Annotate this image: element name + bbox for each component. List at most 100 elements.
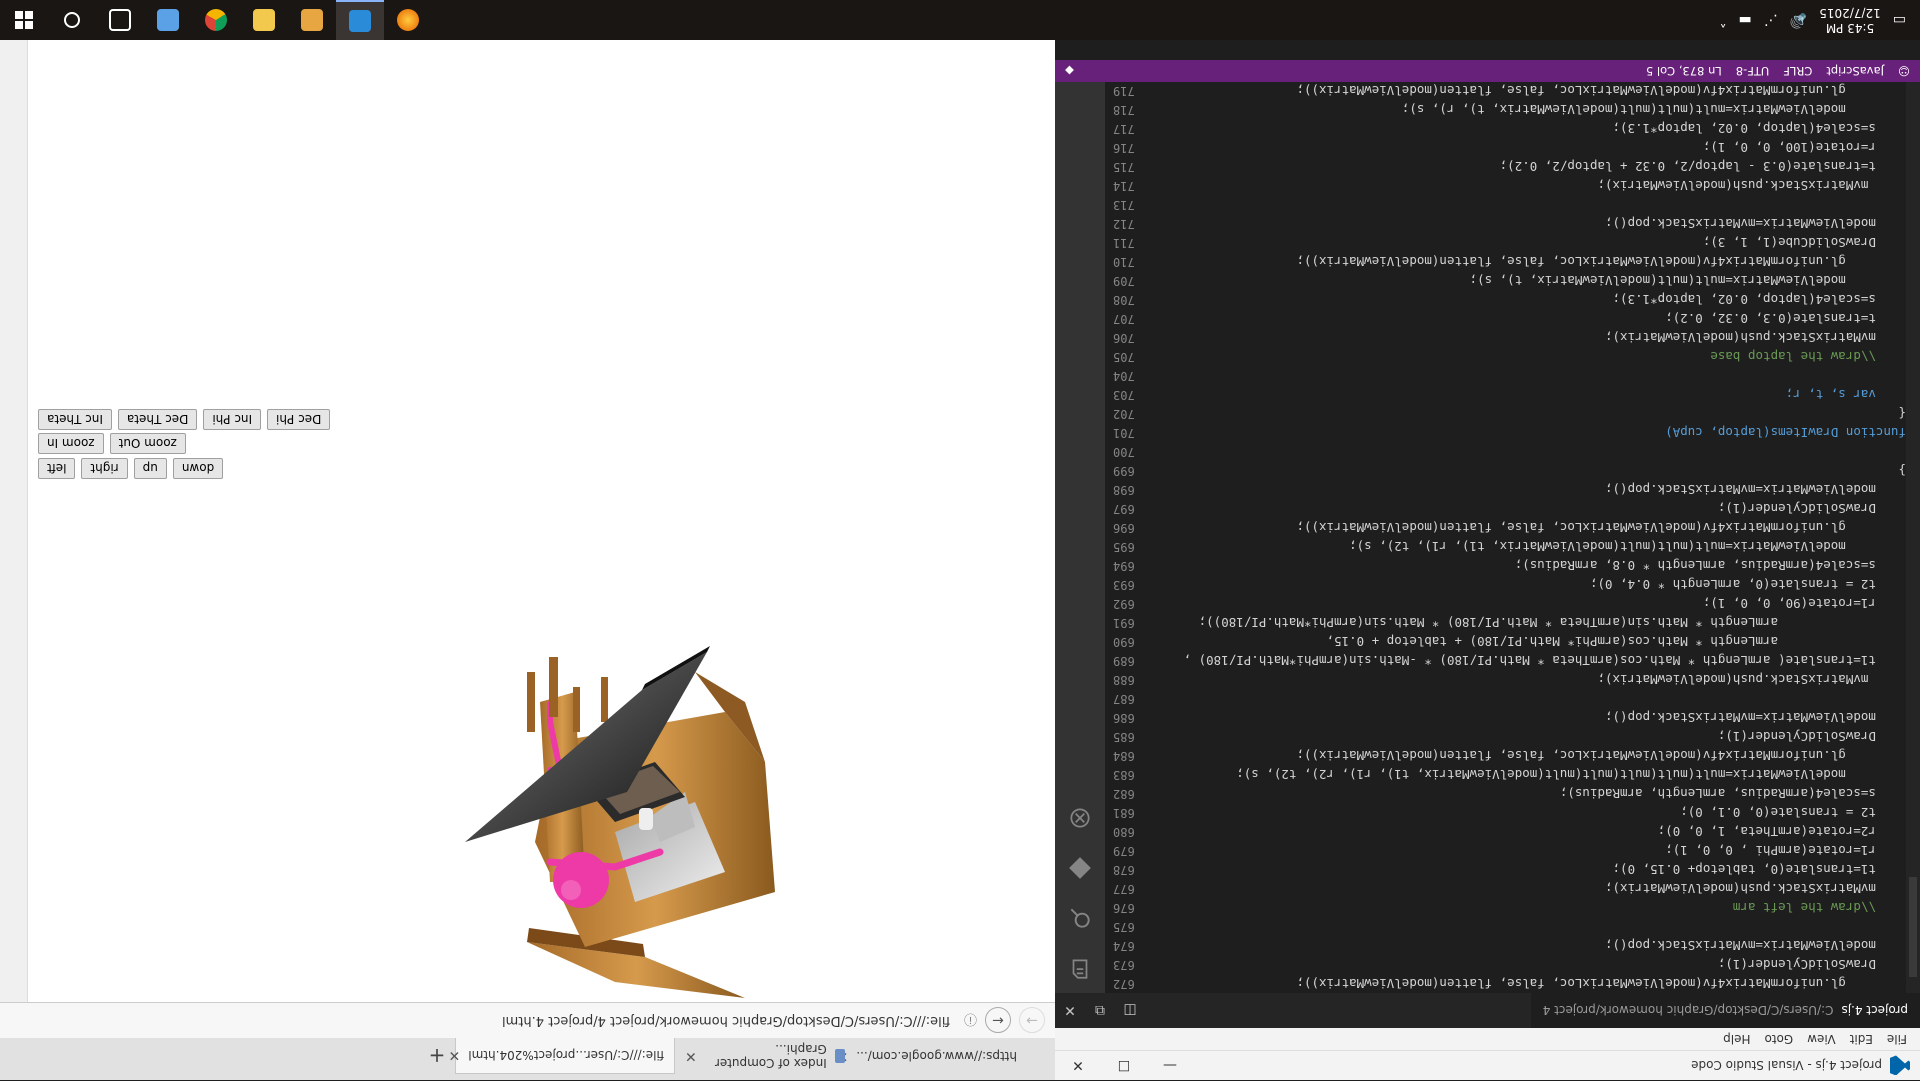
taskbar-firefox-icon[interactable] [384, 0, 432, 40]
code-line[interactable]: t1=translate(0, tabletop+ 0.15, 0); [1160, 860, 1906, 879]
left-button[interactable]: left [38, 458, 76, 479]
url-field[interactable]: file:///C:/Users/C/Desktop/Graphic homew… [0, 1008, 956, 1034]
code-line[interactable]: gl.uniformMatrix4fv(modelViewMatrixLoc, … [1160, 974, 1906, 993]
code-line[interactable]: mvMatrixStack.push(modelViewMatrix); [1160, 670, 1906, 689]
maximize-button[interactable]: ☐ [1101, 1051, 1147, 1081]
browser-tab[interactable]: Index of Computer Graphi... ✕ [675, 1038, 855, 1074]
git-icon[interactable] [1055, 843, 1105, 893]
browser-tab[interactable]: https://www.google.com/... ✕ [837, 1038, 1035, 1074]
code-line[interactable]: mvMatrixStack.push(modelViewMatrix); [1160, 176, 1906, 195]
status-encoding[interactable]: UTF-8 [1736, 64, 1770, 78]
menu-view[interactable]: View [1800, 1032, 1842, 1046]
volume-icon[interactable]: 🔊 [1790, 12, 1807, 28]
inc-phi-button[interactable]: Inc Phi [203, 409, 262, 430]
code-line[interactable] [1160, 442, 1906, 461]
task-view-icon[interactable] [96, 0, 144, 40]
code-line[interactable]: \\draw the laptop base [1160, 347, 1906, 366]
code-line[interactable]: { [1160, 404, 1906, 423]
feedback-icon[interactable]: ☺ [1898, 64, 1910, 78]
code-line[interactable]: r2=rotate(armTheta, 1, 0, 0); [1160, 822, 1906, 841]
code-line[interactable]: gl.uniformMatrix4fv(modelViewMatrixLoc, … [1160, 252, 1906, 271]
zoom-out-button[interactable]: zoom Out [109, 433, 186, 454]
git-branch-icon[interactable]: ◆ [1065, 64, 1074, 78]
code-line[interactable]: } [1160, 461, 1906, 480]
code-line[interactable]: modelViewMatrix=mvMatrixStack.pop(); [1160, 936, 1906, 955]
menu-help[interactable]: Help [1716, 1032, 1757, 1046]
status-language[interactable]: JavaScript [1826, 64, 1884, 78]
code-line[interactable]: DrawSolidCube(1, 1, 3); [1160, 233, 1906, 252]
code-line[interactable]: DrawSolidCylender(1); [1160, 727, 1906, 746]
network-icon[interactable]: ⋰ [1764, 12, 1778, 28]
search-icon[interactable] [48, 0, 96, 40]
code-lines[interactable]: gl.uniformMatrix4fv(modelViewMatrixLoc, … [1160, 82, 1906, 993]
dec-theta-button[interactable]: Dec Theta [117, 409, 198, 430]
open-changes-icon[interactable]: ⧉ [1085, 993, 1115, 1028]
code-line[interactable]: gl.uniformMatrix4fv(modelViewMatrixLoc, … [1160, 82, 1906, 100]
code-line[interactable]: t=translate(0.3, 0.32, 0.2); [1160, 309, 1906, 328]
split-editor-icon[interactable]: ◫ [1115, 993, 1145, 1028]
code-line[interactable]: r1=rotate(90, 0, 0, 1); [1160, 594, 1906, 613]
new-tab-button[interactable]: + [419, 1038, 455, 1074]
code-line[interactable]: armLength * Math.cos(armPhi* Math.PI/180… [1160, 632, 1906, 651]
close-editor-icon[interactable]: ✕ [1055, 993, 1085, 1028]
code-line[interactable]: var s, t, r; [1160, 385, 1906, 404]
code-line[interactable]: s=scale4(armRadius, armLength * 0.8, arm… [1160, 556, 1906, 575]
show-hidden-icons-icon[interactable]: ˄ [1720, 12, 1727, 28]
code-line[interactable]: s=scale4(laptop, 0.02, laptop*1.3); [1160, 290, 1906, 309]
code-line[interactable]: modelViewMatrix=mult(mult(modelViewMatri… [1160, 271, 1906, 290]
editor-scrollbar[interactable] [1906, 82, 1920, 993]
browser-tab-active[interactable]: file:///C:/User...project%204.html ✕ [449, 1038, 675, 1074]
code-line[interactable]: function DrawItems(laptop, cupA) [1160, 423, 1906, 442]
menu-edit[interactable]: Edit [1843, 1032, 1880, 1046]
taskbar-vscode-icon[interactable] [336, 0, 384, 40]
code-line[interactable]: modelViewMatrix=mult(mult(mult(modelView… [1160, 537, 1906, 556]
webgl-canvas[interactable] [455, 502, 1055, 1002]
debug-icon[interactable] [1055, 793, 1105, 843]
action-center-icon[interactable]: ▭ [1893, 12, 1906, 28]
page-scrollbar[interactable] [0, 40, 28, 1002]
code-line[interactable]: armLength * Math.sin(armTheta * Math.PI/… [1160, 613, 1906, 632]
code-line[interactable]: r1=rotate(armPhi , 0, 0, 1); [1160, 841, 1906, 860]
close-window-button[interactable]: ✕ [1055, 1051, 1101, 1081]
code-line[interactable]: t1=translate( armLength * Math.cos(armTh… [1160, 651, 1906, 670]
tab-project4-js[interactable]: project 4.js C:/Users/C/Desktop/Graphic … [1530, 993, 1920, 1028]
code-line[interactable]: modelViewMatrix=mvMatrixStack.pop(); [1160, 214, 1906, 233]
code-line[interactable]: modelViewMatrix=mvMatrixStack.pop(); [1160, 708, 1906, 727]
search-icon[interactable] [1055, 893, 1105, 943]
minimize-button[interactable]: — [1147, 1051, 1193, 1081]
dec-phi-button[interactable]: Dec Phi [267, 409, 331, 430]
code-line[interactable]: gl.uniformMatrix4fv(modelViewMatrixLoc, … [1160, 518, 1906, 537]
code-line[interactable]: s=scale4(armRadius, armLength, armRadius… [1160, 784, 1906, 803]
forward-button[interactable]: → [1019, 1007, 1045, 1034]
code-editor[interactable]: gl.uniformMatrix4fv(modelViewMatrixLoc, … [1105, 82, 1920, 993]
zoom-in-button[interactable]: zoom In [38, 433, 104, 454]
status-eol[interactable]: CRLF [1783, 64, 1812, 78]
taskbar-file-explorer-icon[interactable] [240, 0, 288, 40]
page-info-icon[interactable]: ⓘ [964, 1011, 977, 1030]
code-line[interactable]: modelViewMatrix=mvMatrixStack.pop(); [1160, 480, 1906, 499]
code-line[interactable] [1160, 195, 1906, 214]
status-cursor-position[interactable]: Ln 873, Col 5 [1646, 64, 1722, 78]
up-button[interactable]: up [133, 458, 167, 479]
down-button[interactable]: down [172, 458, 224, 479]
code-line[interactable]: t2 = translate(0, armLength * 0.4, 0); [1160, 575, 1906, 594]
code-line[interactable] [1160, 917, 1906, 936]
explorer-icon[interactable] [1055, 943, 1105, 993]
code-line[interactable]: modelViewMatrix=mult(mult(mult(mult(mult… [1160, 765, 1906, 784]
code-line[interactable]: gl.uniformMatrix4fv(modelViewMatrixLoc, … [1160, 746, 1906, 765]
code-line[interactable]: modelViewMatrix=mult(mult(mult(modelView… [1160, 100, 1906, 119]
code-line[interactable]: s=scale4(laptop, 0.02, laptop*1.3); [1160, 119, 1906, 138]
taskbar-app-icon[interactable] [144, 0, 192, 40]
code-line[interactable]: DrawSolidCylender(1); [1160, 499, 1906, 518]
inc-theta-button[interactable]: Inc Theta [38, 409, 112, 430]
code-line[interactable] [1160, 689, 1906, 708]
code-line[interactable]: r=rotate(100, 0, 0, 1); [1160, 138, 1906, 157]
taskbar-chrome-icon[interactable] [192, 0, 240, 40]
right-button[interactable]: right [81, 458, 128, 479]
battery-icon[interactable]: ▬ [1739, 12, 1752, 28]
start-button[interactable] [0, 0, 48, 40]
code-line[interactable]: DrawSolidCylender(1); [1160, 955, 1906, 974]
close-tab-icon[interactable]: ✕ [685, 1048, 697, 1064]
code-line[interactable]: mvMatrixStack.push(modelViewMatrix); [1160, 879, 1906, 898]
code-line[interactable]: t2 = translate(0, 0.1, 0); [1160, 803, 1906, 822]
